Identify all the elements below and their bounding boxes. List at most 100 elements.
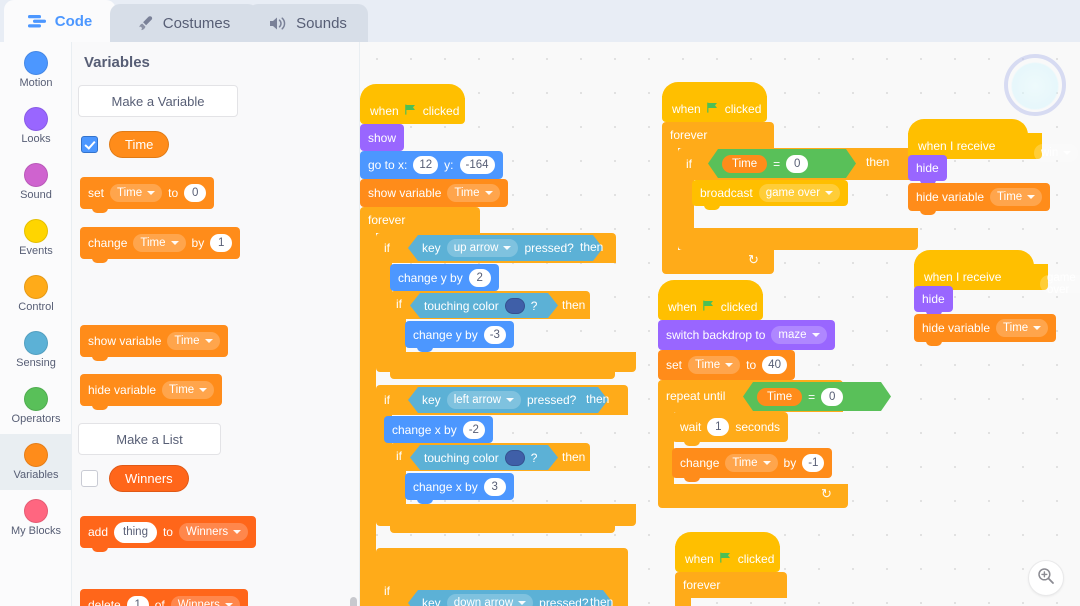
- add-list-dropdown[interactable]: Winners: [178, 523, 249, 541]
- receive-message-dropdown-win[interactable]: win: [1034, 144, 1079, 162]
- add-thing-input[interactable]: thing: [114, 521, 157, 543]
- show-variable-dropdown[interactable]: Time: [447, 184, 500, 202]
- palette-block-change-variable[interactable]: change Time by 1: [80, 227, 241, 263]
- block-broadcast-game-over[interactable]: broadcast game over: [692, 180, 849, 210]
- backdrop-dropdown[interactable]: maze: [771, 326, 827, 344]
- chevron-down-icon: [518, 601, 526, 605]
- make-a-variable-button[interactable]: Make a Variable: [78, 85, 238, 117]
- block-go-to-xy[interactable]: go to x: 12 y: -164: [360, 151, 503, 183]
- boolean-equals-2[interactable]: Time = 0: [743, 382, 891, 411]
- block-set-time-40[interactable]: set Time to 40: [658, 350, 795, 384]
- palette-block-add-to-list[interactable]: add thing to Winners: [80, 516, 257, 552]
- hat-when-i-receive-game-over[interactable]: when I receive game over: [914, 250, 1080, 296]
- change-x-value-input[interactable]: -2: [462, 420, 485, 439]
- block-change-x-by-minus2[interactable]: change x by -2: [384, 416, 493, 447]
- list-reporter-winners[interactable]: Winners: [109, 465, 189, 492]
- show-variable-value: Time: [174, 335, 200, 347]
- sidebar-item-my-blocks[interactable]: My Blocks: [0, 490, 71, 546]
- set-value-input[interactable]: 0: [184, 184, 207, 202]
- block-change-x-by-3[interactable]: change x by 3: [405, 473, 514, 504]
- color-swatch[interactable]: [505, 450, 525, 466]
- variable-checkbox-time[interactable]: [81, 136, 98, 153]
- sidebar-item-control[interactable]: Control: [0, 266, 71, 322]
- delete-index-input[interactable]: 1: [126, 596, 149, 606]
- then-label-5: then: [590, 595, 614, 606]
- palette-block-delete-of-list[interactable]: delete 1 of Winners: [80, 589, 248, 606]
- block-change-y-by-minus3[interactable]: change y by -3: [405, 321, 514, 352]
- sidebar-item-sound[interactable]: Sound: [0, 154, 71, 210]
- wait-value-input[interactable]: 1: [707, 418, 730, 436]
- change-x-value-input[interactable]: 3: [483, 477, 506, 496]
- tab-sounds[interactable]: Sounds: [248, 4, 368, 42]
- set-value-input[interactable]: 40: [762, 356, 787, 374]
- sidebar-item-motion[interactable]: Motion: [0, 42, 71, 98]
- block-show-1[interactable]: show: [360, 124, 405, 155]
- zoom-in-button[interactable]: [1028, 560, 1064, 596]
- block-change-y-by-2[interactable]: change y by 2: [390, 264, 499, 295]
- hat-when-i-receive-win[interactable]: when I receive win: [908, 119, 1079, 162]
- block-hide-variable-2[interactable]: hide variable Time: [914, 314, 1057, 346]
- hat-when-flag-clicked-1[interactable]: when clicked: [360, 84, 465, 124]
- go-to-x-input[interactable]: 12: [413, 156, 439, 174]
- change-value-input[interactable]: 1: [210, 234, 233, 252]
- go-to-y-input[interactable]: -164: [459, 156, 495, 174]
- block-wait-seconds[interactable]: wait 1 seconds: [672, 412, 789, 446]
- palette-block-set-variable[interactable]: set Time to 0: [80, 177, 215, 213]
- key-up-dropdown[interactable]: up arrow: [447, 239, 519, 257]
- boolean-key-up-pressed[interactable]: key up arrow pressed?: [408, 235, 603, 261]
- broadcast-message-dropdown[interactable]: game over: [758, 184, 841, 202]
- equals-value-input[interactable]: 0: [821, 388, 843, 406]
- sidebar-item-events[interactable]: Events: [0, 210, 71, 266]
- hide-variable-dropdown[interactable]: Time: [990, 188, 1043, 206]
- change-y-value-input[interactable]: -3: [483, 325, 506, 344]
- block-switch-backdrop[interactable]: switch backdrop to maze: [658, 320, 835, 354]
- set-label: set: [88, 186, 105, 200]
- change-value-input[interactable]: -1: [802, 454, 825, 472]
- boolean-key-down-pressed[interactable]: key down arrow pressed?: [408, 590, 613, 606]
- set-variable-dropdown[interactable]: Time: [688, 356, 741, 374]
- sidebar-item-operators[interactable]: Operators: [0, 378, 71, 434]
- variable-reporter-time[interactable]: Time: [757, 388, 802, 406]
- block-show-variable-1[interactable]: show variable Time: [360, 179, 508, 211]
- delete-list-dropdown[interactable]: Winners: [170, 596, 240, 606]
- variable-reporter-time[interactable]: Time: [109, 131, 170, 158]
- boolean-equals-1[interactable]: Time = 0: [708, 149, 856, 178]
- key-left-dropdown[interactable]: left arrow: [447, 391, 521, 409]
- show-variable-dropdown[interactable]: Time: [167, 332, 220, 350]
- make-a-list-button[interactable]: Make a List: [78, 423, 221, 455]
- palette-block-show-variable[interactable]: show variable Time: [80, 325, 228, 361]
- change-variable-dropdown[interactable]: Time: [133, 234, 186, 252]
- block-hide-2[interactable]: hide: [914, 286, 953, 316]
- block-hide-1[interactable]: hide: [908, 155, 947, 185]
- block-hide-variable-1[interactable]: hide variable Time: [908, 183, 1051, 215]
- change-y-value-input[interactable]: 2: [468, 268, 491, 287]
- palette-scrollbar[interactable]: [350, 597, 357, 606]
- boolean-touching-color-2[interactable]: touching color ?: [410, 445, 558, 470]
- clicked-label: clicked: [737, 552, 775, 566]
- change-variable-dropdown[interactable]: Time: [725, 454, 778, 472]
- hat-when-flag-clicked-3[interactable]: when clicked: [658, 280, 763, 320]
- sidebar-item-variables[interactable]: Variables: [0, 434, 71, 490]
- hat-when-flag-clicked-2[interactable]: when clicked: [662, 82, 767, 122]
- boolean-touching-color-1[interactable]: touching color ?: [410, 293, 558, 318]
- palette-block-hide-variable[interactable]: hide variable Time: [80, 374, 223, 410]
- tab-code[interactable]: Code: [4, 0, 116, 42]
- block-palette[interactable]: Variables Make a Variable Time set Time …: [72, 42, 360, 606]
- color-swatch[interactable]: [505, 298, 525, 314]
- key-down-dropdown[interactable]: down arrow: [447, 594, 533, 606]
- receive-message-dropdown-game-over[interactable]: game over: [1040, 272, 1080, 296]
- variable-reporter-time[interactable]: Time: [722, 155, 767, 173]
- hide-variable-dropdown[interactable]: Time: [996, 319, 1049, 337]
- block-change-time-minus1[interactable]: change Time by -1: [672, 448, 833, 482]
- tab-costumes[interactable]: Costumes: [110, 4, 258, 42]
- list-checkbox-winners[interactable]: [81, 470, 98, 487]
- set-variable-dropdown[interactable]: Time: [110, 184, 163, 202]
- sidebar-item-sensing[interactable]: Sensing: [0, 322, 71, 378]
- boolean-key-left-pressed[interactable]: key left arrow pressed?: [408, 387, 608, 413]
- hide-variable-dropdown[interactable]: Time: [162, 381, 215, 399]
- sidebar-item-looks[interactable]: Looks: [0, 98, 71, 154]
- sidebar-item-label: Control: [18, 301, 54, 313]
- hat-when-flag-clicked-4[interactable]: when clicked: [675, 532, 780, 572]
- equals-value-input[interactable]: 0: [786, 155, 808, 173]
- code-workspace[interactable]: when clicked show go to x: 12 y: -164 sh…: [360, 42, 1080, 606]
